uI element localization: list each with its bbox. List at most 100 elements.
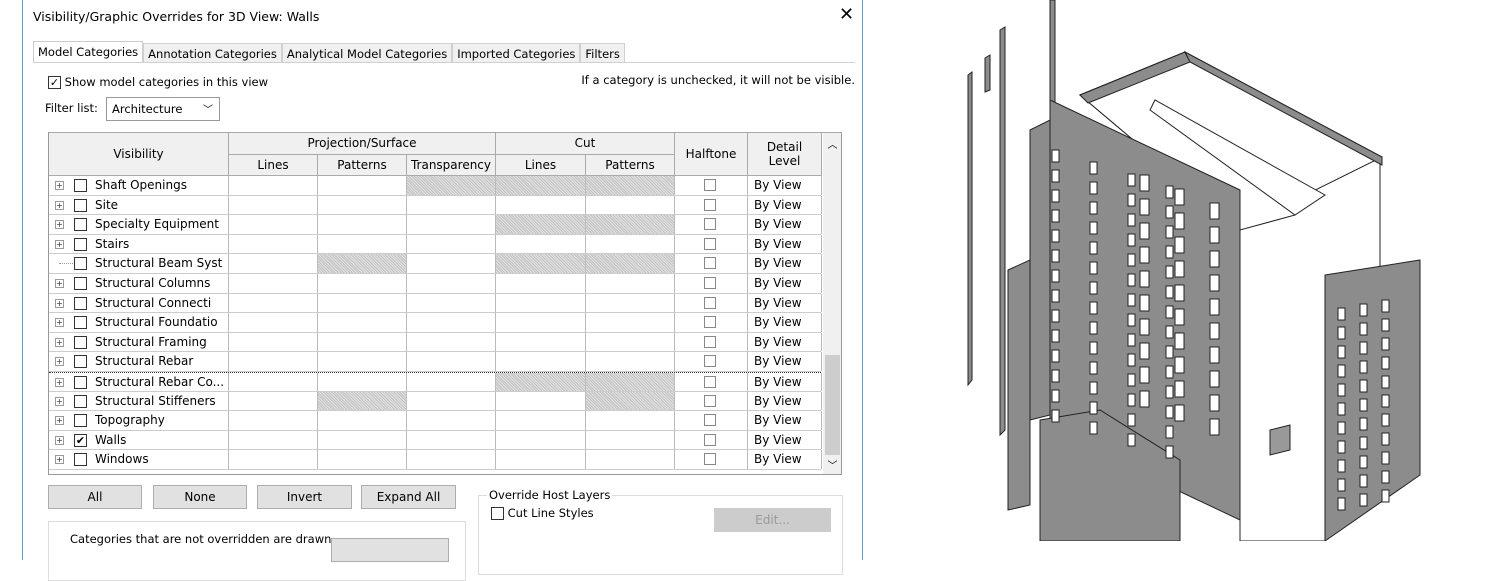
expand-icon[interactable]: + [55,318,64,328]
cell-halftone[interactable] [675,195,748,215]
detail-level-value[interactable]: By View [754,176,802,195]
cell-name[interactable]: + Structural Stiffeners [49,391,229,411]
detail-level-value[interactable]: By View [754,215,802,234]
expand-icon[interactable]: + [55,200,64,210]
cell-proj-lines[interactable] [229,254,318,273]
cell-detail[interactable]: By View [748,293,822,313]
cell-cut-patterns[interactable] [586,373,675,391]
expand-icon[interactable]: + [55,181,64,190]
cell-detail[interactable]: By View [748,195,822,215]
cell-detail[interactable]: By View [748,332,822,352]
cell-cut-lines[interactable] [496,450,586,469]
table-row[interactable]: + Structural Columns By View [49,274,822,294]
tab-analytical-model-categories[interactable]: Analytical Model Categories [281,43,453,63]
cell-transparency[interactable] [407,352,496,371]
cell-cut-lines[interactable] [496,176,586,195]
tab-filters[interactable]: Filters [580,43,625,63]
table-row[interactable]: + Structural Rebar By View [49,352,822,372]
detail-level-value[interactable]: By View [754,352,802,371]
cell-proj-lines[interactable] [229,313,318,332]
cell-cut-patterns[interactable] [586,234,675,254]
cell-detail[interactable]: By View [748,176,822,195]
cell-proj-patterns[interactable] [318,293,407,313]
cell-halftone[interactable] [675,234,748,254]
cell-proj-lines[interactable] [229,176,318,195]
visibility-checkbox[interactable] [74,237,87,251]
cell-cut-patterns[interactable] [586,352,675,371]
cell-halftone[interactable] [675,373,748,391]
visibility-checkbox[interactable] [74,257,87,271]
cell-cut-patterns[interactable] [586,176,675,195]
header-visibility[interactable]: Visibility [49,133,229,176]
cell-halftone[interactable] [675,391,748,411]
cell-proj-lines[interactable] [229,411,318,430]
cell-name[interactable]: + Structural Framing [49,332,229,352]
cell-cut-lines[interactable] [496,352,586,371]
cell-cut-lines[interactable] [496,391,586,411]
cell-transparency[interactable] [407,373,496,391]
cell-cut-lines[interactable] [496,411,586,430]
cell-transparency[interactable] [407,391,496,411]
visibility-checkbox[interactable] [74,277,87,290]
cell-halftone[interactable] [675,430,748,450]
cell-halftone[interactable] [675,176,748,195]
filter-dropdown[interactable]: Architecture ﹀ [106,97,220,121]
scroll-up-icon[interactable]: ︿ [823,136,841,151]
tab-annotation-categories[interactable]: Annotation Categories [143,43,282,63]
detail-level-value[interactable]: By View [754,196,802,215]
detail-level-value[interactable]: By View [754,254,802,273]
cell-halftone[interactable] [675,450,748,469]
expand-icon[interactable]: + [55,298,64,308]
cell-proj-lines[interactable] [229,430,318,450]
cell-proj-patterns[interactable] [318,234,407,254]
visibility-checkbox[interactable] [74,179,87,192]
expand-icon[interactable]: + [55,396,64,406]
cell-cut-patterns[interactable] [586,313,675,332]
table-row[interactable]: Structural Beam Syst By View [49,254,822,274]
cell-detail[interactable]: By View [748,313,822,332]
visibility-checkbox[interactable] [74,453,87,467]
halftone-checkbox[interactable] [704,257,716,270]
cell-transparency[interactable] [407,195,496,215]
detail-level-value[interactable]: By View [754,392,802,411]
detail-level-value[interactable]: By View [754,313,802,332]
cell-transparency[interactable] [407,313,496,332]
cell-transparency[interactable] [407,332,496,352]
cell-proj-lines[interactable] [229,215,318,234]
detail-level-value[interactable]: By View [754,373,802,392]
visibility-checkbox[interactable] [74,218,87,232]
cell-proj-patterns[interactable] [318,430,407,450]
halftone-checkbox[interactable] [704,179,716,191]
cell-halftone[interactable] [675,332,748,352]
show-categories-checkbox[interactable]: ✓ Show model categories in this view [48,75,268,89]
cell-cut-lines[interactable] [496,215,586,234]
cell-detail[interactable]: By View [748,430,822,450]
cell-proj-lines[interactable] [229,373,318,391]
table-row[interactable]: + Structural Rebar Co... By View [49,372,822,392]
cell-cut-patterns[interactable] [586,215,675,234]
cell-name[interactable]: + Stairs [49,234,229,254]
cell-proj-patterns[interactable] [318,254,407,273]
cell-cut-lines[interactable] [496,254,586,273]
table-row[interactable]: + Windows By View [49,450,822,470]
cell-transparency[interactable] [407,411,496,430]
object-styles-button[interactable] [331,538,449,562]
cell-cut-lines[interactable] [496,313,586,332]
invert-button[interactable]: Invert [257,485,352,509]
cell-proj-patterns[interactable] [318,176,407,195]
halftone-checkbox[interactable] [704,277,716,289]
expand-icon[interactable]: + [55,435,64,445]
expand-icon[interactable]: + [55,416,64,426]
cell-cut-patterns[interactable] [586,274,675,293]
cell-transparency[interactable] [407,176,496,195]
cell-proj-lines[interactable] [229,332,318,352]
cell-halftone[interactable] [675,254,748,273]
cell-detail[interactable]: By View [748,234,822,254]
cell-halftone[interactable] [675,313,748,332]
table-row[interactable]: + ✔ Walls By View [49,430,822,451]
checkbox[interactable]: ✓ [48,76,61,89]
cell-proj-lines[interactable] [229,195,318,215]
cell-halftone[interactable] [675,274,748,293]
visibility-checkbox[interactable] [74,414,87,428]
cell-cut-lines[interactable] [496,195,586,215]
